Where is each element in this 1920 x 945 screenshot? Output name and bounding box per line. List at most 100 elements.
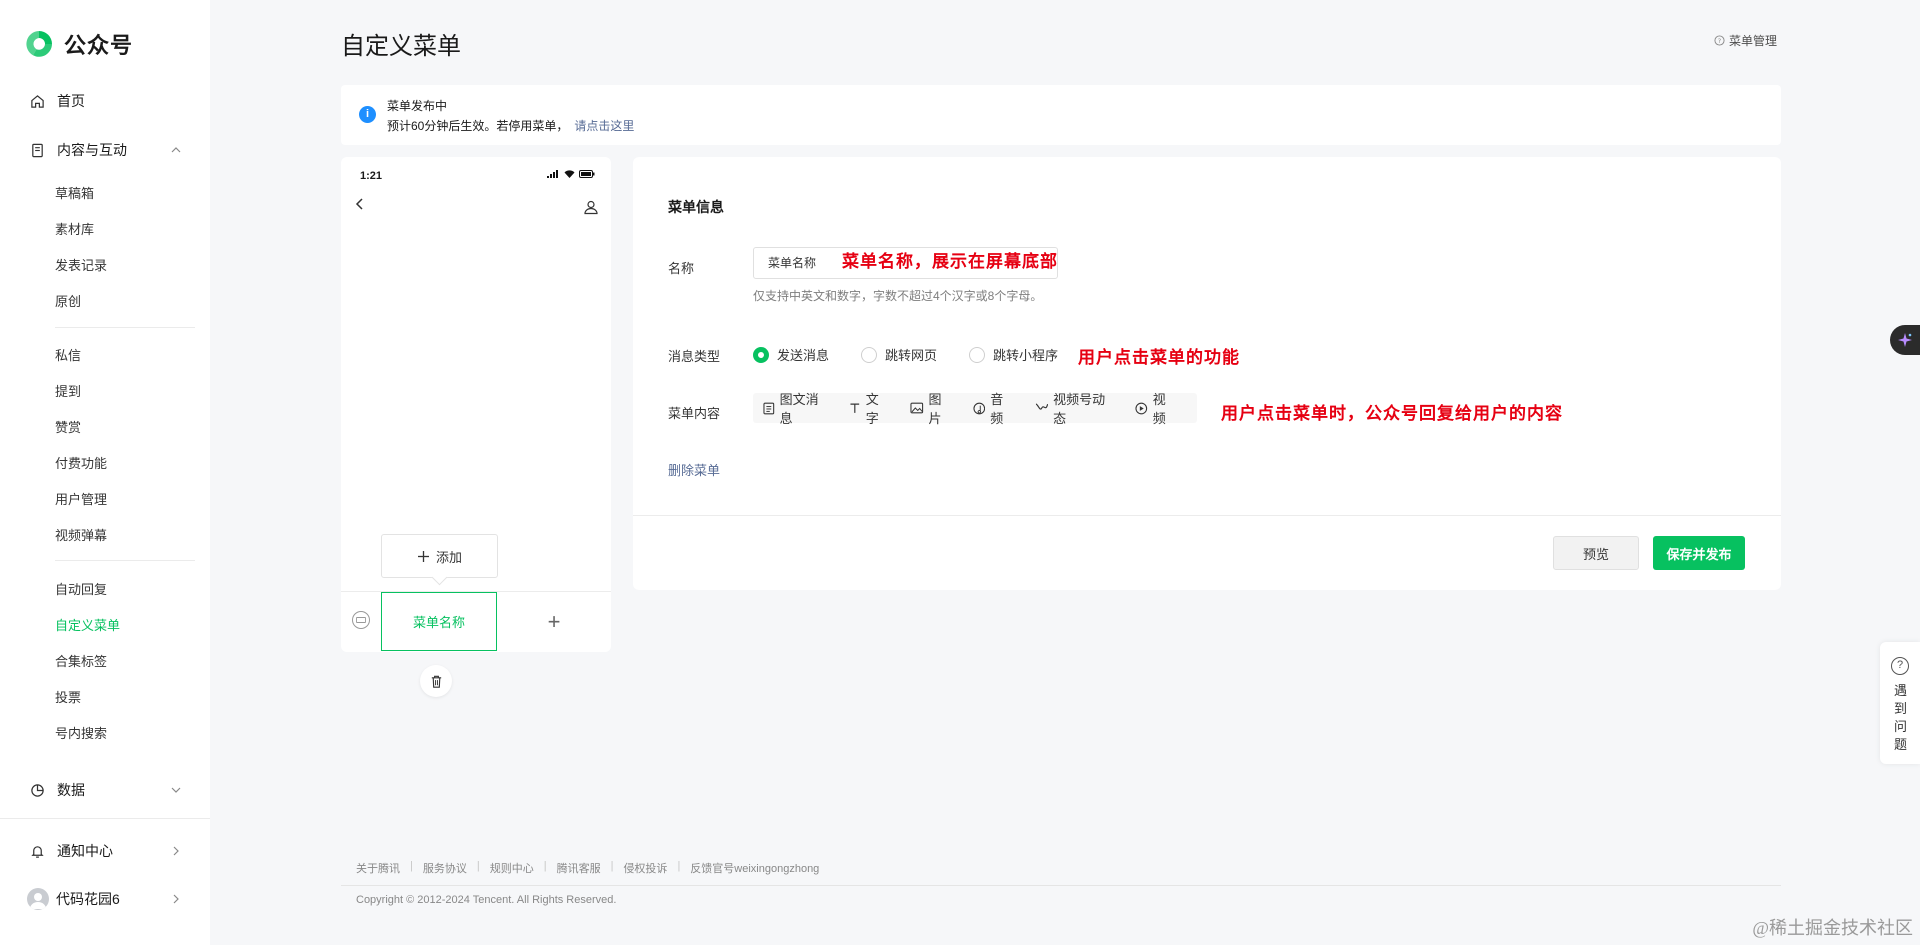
panel-divider	[633, 515, 1781, 516]
pie-chart-icon	[31, 783, 44, 797]
notice-link[interactable]: 请点击这里	[574, 119, 634, 133]
wifi-icon	[564, 170, 575, 178]
delete-menu-link[interactable]: 删除菜单	[668, 460, 720, 479]
sidebar-item-vote[interactable]: 投票	[55, 687, 81, 706]
phone-menu-bar: 菜单名称 +	[341, 591, 611, 652]
menu-tab-selected[interactable]: 菜单名称	[381, 592, 497, 651]
footer-links: 关于腾讯 | 服务协议 | 规则中心 | 腾讯客服 | 侵权投诉 | 反馈官号weixin…	[356, 860, 819, 876]
content-type-video[interactable]: 视频	[1135, 389, 1178, 427]
radio-jump-web-label: 跳转网页	[885, 348, 938, 363]
radio-jump-miniprogram[interactable]: 跳转小程序	[969, 345, 1058, 364]
footer-separator: |	[476, 860, 480, 872]
radio-jump-web[interactable]: 跳转网页	[861, 345, 937, 364]
sidebar: 公众号 首页 内容与互动 草稿箱 素材库 发表记录 原创 私信 提到 赞赏 付费…	[0, 0, 210, 945]
nav-content-group-label: 内容与互动	[57, 142, 127, 158]
menu-info-panel: 菜单信息 名称 菜单名称 菜单名称，展示在屏幕底部 仅支持中英文和数字，字数不超…	[633, 157, 1781, 590]
footer-link-support[interactable]: 腾讯客服	[557, 860, 601, 876]
sidebar-item-paid[interactable]: 付费功能	[55, 453, 107, 472]
sidebar-item-rewards[interactable]: 赞赏	[55, 417, 81, 436]
content-type-article-label: 图文消息	[779, 392, 819, 426]
ai-assistant-button[interactable]	[1890, 325, 1920, 355]
sidebar-item-custom-menu[interactable]: 自定义菜单	[55, 615, 120, 634]
content-type-channels-label: 视频号动态	[1053, 392, 1106, 426]
brand-logo[interactable]: 公众号	[24, 28, 133, 60]
sidebar-item-original[interactable]: 原创	[55, 291, 81, 310]
footer-link-about[interactable]: 关于腾讯	[356, 860, 400, 876]
wechat-mp-logo-icon	[26, 31, 52, 57]
footer-link-complaint[interactable]: 侵权投诉	[623, 860, 667, 876]
channels-icon	[1035, 403, 1048, 410]
sidebar-item-users[interactable]: 用户管理	[55, 489, 107, 508]
svg-text:?: ?	[1718, 37, 1721, 45]
footer-separator: |	[610, 860, 614, 872]
content-type-audio[interactable]: 音频	[973, 389, 1016, 427]
add-submenu-button[interactable]: 添加	[381, 534, 498, 578]
radio-jump-miniprogram-label: 跳转小程序	[993, 348, 1059, 363]
sidebar-divider	[55, 327, 195, 328]
type-label: 消息类型	[668, 349, 721, 364]
sidebar-item-search[interactable]: 号内搜索	[55, 723, 107, 742]
sidebar-item-messages[interactable]: 私信	[55, 345, 81, 364]
delete-menu-button[interactable]	[420, 665, 452, 697]
content-type-text[interactable]: 文字	[849, 389, 891, 427]
footer-separator: |	[677, 860, 681, 872]
trash-icon	[431, 675, 441, 688]
nav-account[interactable]: 代码花园6	[27, 888, 190, 910]
footer-separator: |	[410, 860, 413, 872]
content-type-text-label: 文字	[865, 392, 879, 426]
page-title: 自定义菜单	[341, 33, 461, 60]
sidebar-divider	[55, 560, 195, 561]
sidebar-item-collections[interactable]: 合集标签	[55, 651, 107, 670]
content-type-channels[interactable]: 视频号动态	[1035, 389, 1117, 427]
watermark: @稀土掘金技术社区	[1752, 918, 1913, 938]
chevron-right-icon	[173, 894, 179, 904]
footer-link-feedback[interactable]: 反馈官号weixingongzhong	[690, 860, 819, 876]
nav-data-group[interactable]: 数据	[30, 780, 190, 800]
annotation-type: 用户点击菜单的功能	[1078, 348, 1240, 367]
content-label: 菜单内容	[668, 406, 721, 421]
add-menu-button[interactable]: +	[497, 592, 611, 651]
avatar	[27, 888, 49, 910]
menu-manage-link[interactable]: ? 菜单管理	[1714, 32, 1777, 49]
preview-button[interactable]: 预览	[1553, 536, 1639, 570]
question-circle-icon: ?	[1714, 35, 1725, 46]
radio-unchecked-icon	[861, 346, 878, 363]
content-type-image[interactable]: 图片	[910, 389, 954, 427]
radio-send-message[interactable]: 发送消息	[753, 345, 829, 364]
image-icon	[910, 402, 924, 414]
sidebar-item-mentions[interactable]: 提到	[55, 381, 81, 400]
sidebar-item-auto-reply[interactable]: 自动回复	[55, 579, 107, 598]
article-icon	[763, 402, 775, 414]
phone-status-bar	[547, 170, 595, 178]
copyright: Copyright © 2012-2024 Tencent. All Right…	[356, 894, 617, 906]
nav-notification-label: 通知中心	[57, 843, 113, 859]
save-publish-button[interactable]: 保存并发布	[1653, 536, 1745, 570]
user-icon[interactable]	[583, 199, 599, 215]
help-widget[interactable]: ? 遇到问题	[1880, 642, 1920, 764]
sidebar-item-materials[interactable]: 素材库	[55, 219, 94, 238]
sidebar-item-danmaku[interactable]: 视频弹幕	[55, 525, 107, 544]
nav-home[interactable]: 首页	[30, 91, 85, 111]
message-type-radio-group: 发送消息 跳转网页 跳转小程序	[753, 345, 1090, 364]
footer-link-terms[interactable]: 服务协议	[423, 860, 467, 876]
brand-name: 公众号	[64, 33, 134, 58]
info-icon: i	[359, 106, 376, 123]
chevron-right-icon	[173, 846, 179, 856]
sidebar-divider	[0, 818, 210, 819]
footer-link-rules[interactable]: 规则中心	[490, 860, 534, 876]
content-type-article[interactable]: 图文消息	[763, 389, 830, 427]
nav-notification[interactable]: 通知中心	[30, 841, 190, 861]
nav-data-label: 数据	[57, 782, 85, 798]
nav-content-group[interactable]: 内容与互动	[30, 140, 190, 160]
notice-desc: 预计60分钟后生效。若停用菜单， 请点击这里	[387, 117, 634, 134]
text-icon	[850, 403, 860, 413]
play-circle-icon	[1135, 402, 1148, 414]
annotation-content: 用户点击菜单时，公众号回复给用户的内容	[1221, 404, 1563, 423]
sidebar-item-drafts[interactable]: 草稿箱	[55, 183, 94, 202]
back-arrow-icon[interactable]	[353, 197, 367, 211]
name-label: 名称	[668, 261, 695, 276]
audio-icon	[973, 402, 985, 414]
keyboard-icon[interactable]	[351, 610, 371, 630]
radio-checked-icon	[753, 346, 769, 363]
sidebar-item-publish-records[interactable]: 发表记录	[55, 255, 107, 274]
